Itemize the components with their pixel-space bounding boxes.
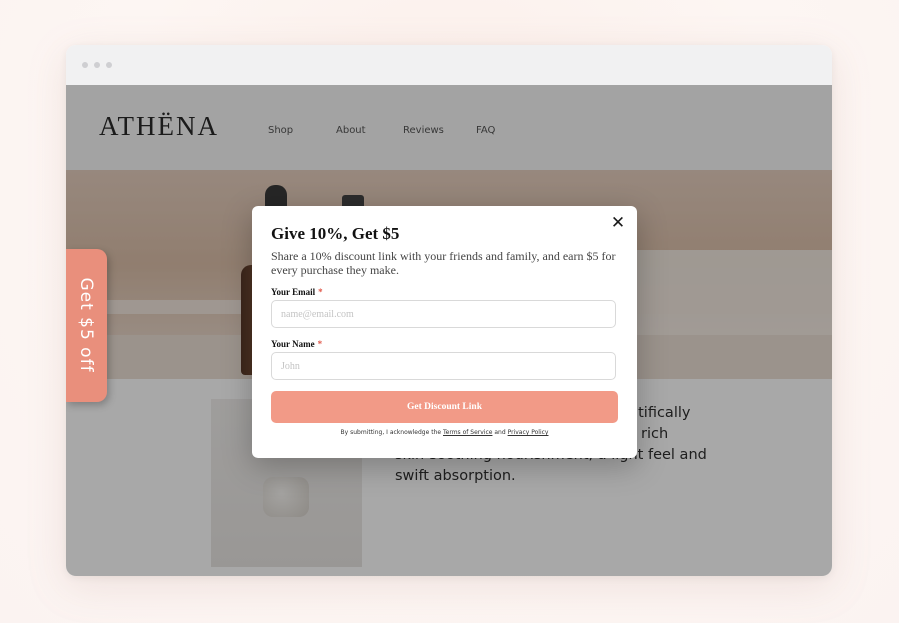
legal-text: By submitting, I acknowledge the Terms o… — [252, 429, 637, 436]
window-titlebar — [66, 45, 832, 85]
name-label: Your Name * — [271, 339, 322, 349]
window-dot — [106, 62, 112, 68]
email-label: Your Email * — [271, 287, 323, 297]
modal-title: Give 10%, Get $5 — [271, 224, 400, 243]
required-mark: * — [318, 287, 323, 297]
close-icon[interactable]: ✕ — [609, 214, 627, 232]
email-field[interactable] — [271, 300, 616, 328]
side-tab-label: Get $5 off — [76, 277, 96, 373]
required-mark: * — [317, 339, 323, 349]
name-field[interactable] — [271, 352, 616, 380]
terms-link[interactable]: Terms of Service — [443, 429, 492, 436]
privacy-link[interactable]: Privacy Policy — [508, 429, 549, 436]
email-label-text: Your Email — [271, 287, 316, 297]
legal-and: and — [494, 429, 506, 436]
get-discount-link-button[interactable]: Get Discount Link — [271, 391, 618, 423]
website-page: ATHËNA Shop About Reviews FAQ entificall… — [66, 85, 832, 576]
name-label-text: Your Name — [271, 339, 315, 349]
legal-prefix: By submitting, I acknowledge the — [340, 429, 442, 436]
window-dot — [94, 62, 100, 68]
browser-window: ATHËNA Shop About Reviews FAQ entificall… — [66, 45, 832, 576]
window-dot — [82, 62, 88, 68]
referral-modal: ✕ Give 10%, Get $5 Share a 10% discount … — [252, 206, 637, 458]
modal-subtitle: Share a 10% discount link with your frie… — [271, 249, 616, 277]
get-discount-side-tab[interactable]: Get $5 off — [66, 249, 107, 402]
